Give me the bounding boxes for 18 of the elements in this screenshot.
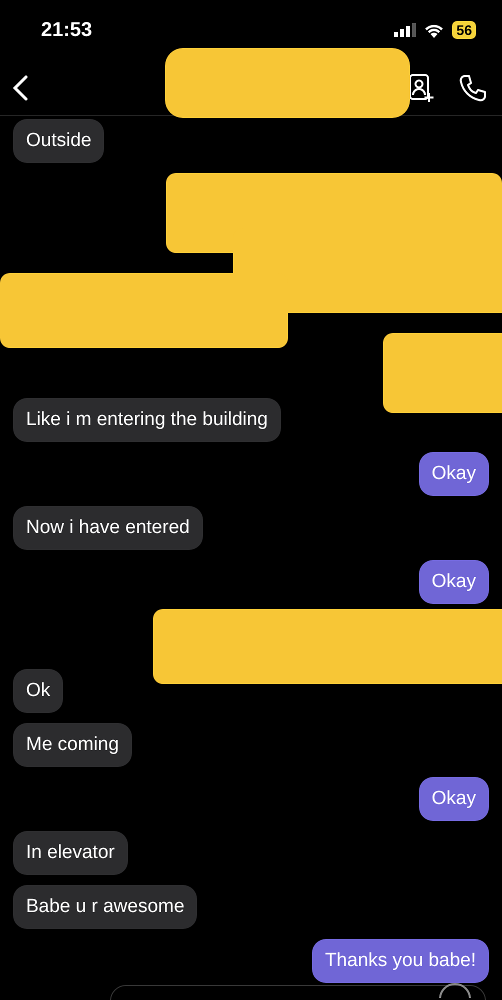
signal-icon [394,23,416,37]
message-bubble: Okay [418,452,489,496]
wifi-icon [424,22,444,38]
add-contact-icon[interactable] [408,72,434,102]
back-icon[interactable] [12,74,28,100]
message-bubble: Babe u r awesome [13,885,198,929]
message-bubble: Okay [418,777,489,821]
message-bubble: Outside [13,119,104,163]
message-bubble: Okay [418,560,489,604]
message-bubble: Me coming [13,723,132,767]
message-bubble: Thanks you babe! [312,939,489,983]
message-bubble: Now i have entered [13,506,203,550]
message-bubble: In elevator [13,831,128,875]
battery-level: 56 [452,21,476,39]
message-bubble: Like i m entering the building [13,398,281,442]
clock-time: 21:53 [41,18,92,42]
phone-icon[interactable] [458,72,488,102]
message-bubble: Ok [13,669,64,713]
